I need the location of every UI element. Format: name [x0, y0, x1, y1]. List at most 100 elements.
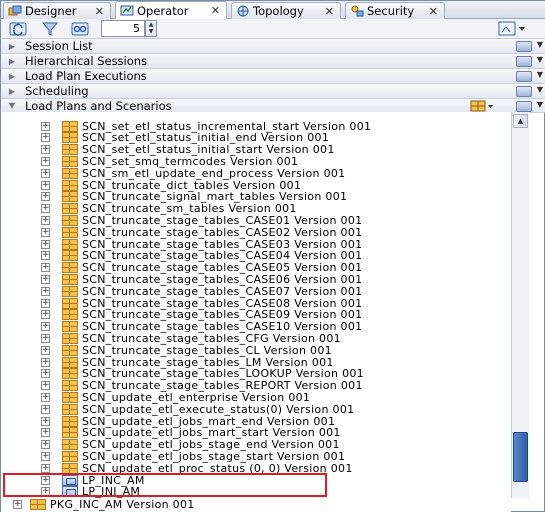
- tree-row[interactable]: + SCN_truncate_stage_tables_CASE02 Versio…: [41, 226, 362, 239]
- accordion-load-plans-and-scenarios[interactable]: ▼ Load Plans and Scenarios ▼: [1, 99, 545, 113]
- tree-row[interactable]: + PKG_INC_AM Version 001: [13, 498, 195, 511]
- tab-security[interactable]: Security ✕: [345, 2, 445, 19]
- expand-icon[interactable]: +: [41, 345, 50, 355]
- expand-icon[interactable]: +: [41, 239, 50, 249]
- tree-row[interactable]: + SCN_truncate_stage_tables_CASE09 Versio…: [41, 308, 362, 321]
- expand-icon[interactable]: +: [41, 416, 50, 426]
- accordion-load-plan-executions[interactable]: ▶ Load Plan Executions ▼: [1, 69, 545, 84]
- expand-icon[interactable]: +: [41, 204, 50, 214]
- expand-icon[interactable]: +: [41, 298, 50, 308]
- accordion-session-list[interactable]: ▶ Session List ▼: [1, 39, 545, 54]
- tree-row[interactable]: + SCN_update_etl_jobs_stage_start Version…: [41, 450, 345, 463]
- spinner-down-icon[interactable]: ▼: [146, 28, 156, 35]
- chevron-right-icon: ▶: [8, 56, 16, 66]
- chevron-down-icon[interactable]: ▼: [537, 55, 543, 64]
- tree-row[interactable]: + SCN_update_etl_jobs_mart_end Version 00…: [41, 415, 335, 428]
- chevron-down-icon[interactable]: ▼: [537, 70, 543, 79]
- chevron-down-icon: ▼: [8, 101, 16, 110]
- expand-icon[interactable]: +: [41, 322, 50, 332]
- tree-row[interactable]: + SCN_truncate_sm_tables Version 001: [41, 202, 297, 215]
- expand-icon[interactable]: +: [41, 310, 50, 320]
- expand-icon[interactable]: +: [41, 215, 50, 225]
- tree-row[interactable]: + SCN_truncate_stage_tables_CASE07 Versio…: [41, 285, 362, 298]
- tree-row[interactable]: + SCN_truncate_signal_mart_tables Version…: [41, 190, 347, 203]
- tab-operator[interactable]: Operator ✕: [115, 1, 227, 19]
- section-menu-icon[interactable]: [516, 101, 532, 112]
- expand-icon[interactable]: +: [41, 168, 50, 178]
- filter-icon[interactable]: [41, 21, 59, 37]
- section-menu-icon[interactable]: [516, 71, 532, 82]
- tree-row[interactable]: + SCN_set_etl_status_incremental_start Ve…: [41, 120, 371, 133]
- tree-row[interactable]: + SCN_update_etl_jobs_mart_start Version …: [41, 426, 341, 439]
- scenario-icon: [62, 344, 78, 356]
- session-count-spinner[interactable]: 5: [101, 20, 145, 37]
- tree-row[interactable]: + SCN_truncate_stage_tables_CASE01 Versio…: [41, 214, 362, 227]
- expand-icon[interactable]: +: [41, 180, 50, 190]
- expand-icon[interactable]: +: [41, 369, 50, 379]
- expand-icon[interactable]: +: [41, 286, 50, 296]
- expand-icon[interactable]: +: [41, 428, 50, 438]
- section-menu-icon[interactable]: [516, 56, 532, 67]
- tree-row[interactable]: + SCN_truncate_stage_tables_CASE05 Versio…: [41, 261, 362, 274]
- close-icon[interactable]: ✕: [325, 5, 334, 18]
- tree-row[interactable]: + SCN_set_smq_termcodes Version 001: [41, 155, 298, 168]
- expand-icon[interactable]: +: [41, 463, 50, 473]
- tree-row[interactable]: + SCN_set_etl_status_initial_end Version …: [41, 131, 329, 144]
- tab-topology[interactable]: Topology ✕: [231, 2, 341, 19]
- expand-icon[interactable]: +: [41, 357, 50, 367]
- refresh-icon[interactable]: [9, 21, 27, 37]
- expand-icon[interactable]: +: [41, 145, 50, 155]
- connect-icon[interactable]: [71, 21, 89, 37]
- tree-row[interactable]: + SCN_truncate_stage_tables_CL Version 00…: [41, 344, 332, 357]
- expand-icon[interactable]: +: [41, 133, 50, 143]
- scroll-up-icon[interactable]: ▲: [513, 114, 528, 128]
- tree-row[interactable]: + SCN_truncate_stage_tables_CASE03 Versio…: [41, 238, 362, 251]
- expand-icon[interactable]: +: [41, 192, 50, 202]
- scenario-icon: [62, 439, 78, 451]
- expand-icon[interactable]: +: [41, 156, 50, 166]
- tree-row[interactable]: + SCN_sm_etl_update_end_process Version 0…: [41, 167, 345, 180]
- expand-icon[interactable]: +: [41, 227, 50, 237]
- expand-icon[interactable]: +: [41, 251, 50, 261]
- tree-row[interactable]: + SCN_truncate_stage_tables_LOOKUP Versio…: [41, 367, 364, 380]
- expand-icon[interactable]: +: [41, 381, 50, 391]
- chevron-down-icon[interactable]: ▼: [537, 100, 543, 109]
- expand-icon[interactable]: +: [13, 499, 22, 509]
- tree-row[interactable]: + SCN_truncate_stage_tables_CASE06 Versio…: [41, 273, 362, 286]
- tree-row[interactable]: + SCN_update_etl_enterprise Version 001: [41, 391, 310, 404]
- tree-row[interactable]: + SCN_truncate_dict_tables Version 001: [41, 179, 301, 192]
- section-menu-icon[interactable]: [516, 41, 532, 52]
- tree-row[interactable]: + SCN_update_etl_jobs_stage_end Version 0…: [41, 438, 340, 451]
- expand-icon[interactable]: +: [41, 440, 50, 450]
- tree-row[interactable]: + SCN_truncate_stage_tables_CASE10 Versio…: [41, 320, 362, 333]
- section-menu-icon[interactable]: [516, 86, 532, 97]
- vertical-scrollbar[interactable]: ▲: [511, 112, 529, 498]
- accordion-hierarchical-sessions[interactable]: ▶ Hierarchical Sessions ▼: [1, 54, 545, 69]
- tree-row[interactable]: + SCN_update_etl_execute_status(0) Versio…: [41, 403, 354, 416]
- tree-row[interactable]: + SCN_truncate_stage_tables_CASE08 Versio…: [41, 297, 362, 310]
- spinner-buttons[interactable]: ▲ ▼: [145, 20, 157, 37]
- expand-icon[interactable]: +: [41, 121, 50, 131]
- spinner-up-icon[interactable]: ▲: [146, 21, 156, 28]
- scrollbar-thumb[interactable]: [513, 432, 528, 482]
- tree-row[interactable]: + SCN_set_etl_status_initial_start Versio…: [41, 143, 335, 156]
- tree-row[interactable]: + SCN_truncate_stage_tables_CASE04 Versio…: [41, 249, 362, 262]
- tree-row[interactable]: + SCN_truncate_stage_tables_LM Version 00…: [41, 356, 334, 369]
- tree-row[interactable]: + SCN_truncate_stage_tables_REPORT Versio…: [41, 379, 363, 392]
- expand-icon[interactable]: +: [41, 263, 50, 273]
- new-scenario-icon[interactable]: [470, 100, 494, 112]
- expand-icon[interactable]: +: [41, 451, 50, 461]
- close-icon[interactable]: ✕: [211, 4, 220, 17]
- accordion-scheduling[interactable]: ▶ Scheduling ▼: [1, 84, 545, 99]
- view-menu-icon[interactable]: [498, 21, 528, 37]
- tab-designer[interactable]: Designer ✕: [3, 2, 111, 19]
- expand-icon[interactable]: +: [41, 333, 50, 343]
- close-icon[interactable]: ✕: [429, 5, 438, 18]
- chevron-down-icon[interactable]: ▼: [537, 40, 543, 49]
- chevron-down-icon[interactable]: ▼: [537, 85, 543, 94]
- tree-row[interactable]: + SCN_truncate_stage_tables_CFG Version 0…: [41, 332, 341, 345]
- expand-icon[interactable]: +: [41, 392, 50, 402]
- expand-icon[interactable]: +: [41, 404, 50, 414]
- close-icon[interactable]: ✕: [95, 5, 104, 18]
- expand-icon[interactable]: +: [41, 274, 50, 284]
